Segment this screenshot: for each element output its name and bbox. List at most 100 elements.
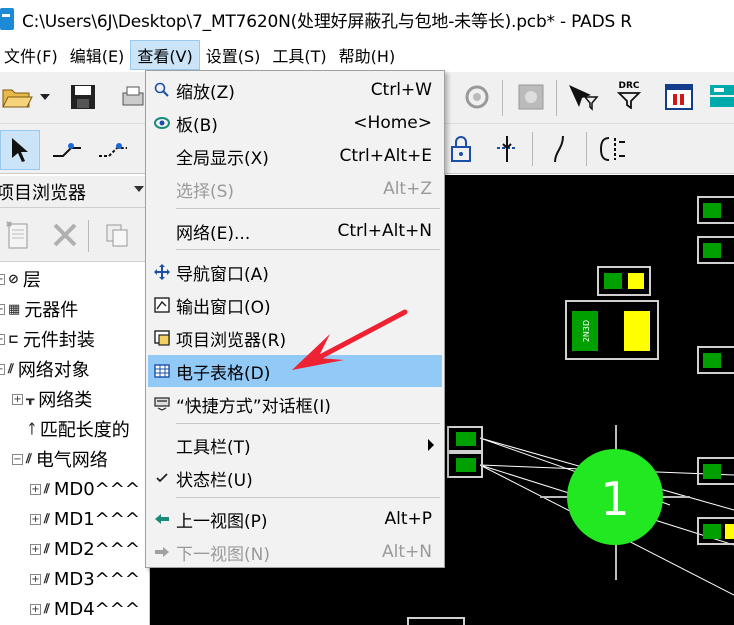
tree-item-components[interactable]: + ▦ 元器件 bbox=[0, 294, 78, 324]
menu-item-previous-view[interactable]: 上一视图(P) Alt+P bbox=[148, 503, 442, 535]
tree-item-matched-length[interactable]: ᛏ 匹配长度的 bbox=[28, 414, 130, 444]
pad-1[interactable]: 1 bbox=[540, 425, 690, 580]
pcb-component[interactable]: 2N3D bbox=[565, 300, 659, 360]
board-icon bbox=[148, 116, 176, 130]
app-icon bbox=[0, 8, 14, 30]
menu-item-board[interactable]: 板(B) <Home> bbox=[148, 107, 442, 139]
select-filter-icon[interactable] bbox=[566, 80, 600, 114]
window-pause-icon[interactable] bbox=[662, 80, 696, 114]
project-browser-header: 项目浏览器 bbox=[0, 176, 150, 208]
pcb-component[interactable] bbox=[697, 517, 734, 545]
tree-item-label: 电气网络 bbox=[35, 450, 108, 471]
menu-item-shortcut-dialog[interactable]: “快捷方式”对话框(I) bbox=[148, 388, 442, 420]
menu-item-selection[interactable]: 选择(S) Alt+Z bbox=[148, 173, 442, 205]
menu-item-output-window[interactable]: 输出窗口(O) bbox=[148, 289, 442, 321]
refresh-icon[interactable] bbox=[460, 80, 494, 114]
back-arrow-icon bbox=[148, 513, 176, 525]
tree-item-label: MD2^^^ bbox=[53, 538, 140, 560]
expand-icon[interactable]: + bbox=[30, 513, 41, 525]
forward-arrow-icon bbox=[148, 546, 176, 558]
menu-setup[interactable]: 设置(S) bbox=[200, 40, 267, 70]
pcb-pads[interactable] bbox=[447, 426, 483, 478]
tree-item-net[interactable]: + ⫽ MD1^^^ bbox=[30, 504, 140, 534]
tree-item-net[interactable]: + ⫽ MD3^^^ bbox=[30, 564, 140, 594]
tree-item-label: 元件封装 bbox=[22, 330, 95, 351]
new-document-icon[interactable] bbox=[0, 218, 34, 252]
pcb-component[interactable] bbox=[597, 266, 651, 296]
expand-icon[interactable]: + bbox=[0, 303, 5, 315]
collapse-icon[interactable]: − bbox=[12, 453, 23, 465]
menu-file[interactable]: 文件(F) bbox=[0, 40, 64, 70]
project-browser-title: 项目浏览器 bbox=[0, 182, 86, 204]
menu-edit[interactable]: 编辑(E) bbox=[64, 40, 131, 70]
save-icon[interactable] bbox=[66, 80, 100, 114]
component-silkscreen: 2N3D bbox=[582, 320, 591, 342]
menu-item-extents[interactable]: 全局显示(X) Ctrl+Alt+E bbox=[148, 140, 442, 172]
via-icon[interactable] bbox=[490, 132, 524, 166]
expand-icon[interactable]: + bbox=[30, 543, 41, 555]
settings-gear-icon[interactable] bbox=[514, 80, 548, 114]
menu-item-navigation-window[interactable]: 导航窗口(A) bbox=[148, 256, 442, 288]
menu-item-next-view[interactable]: 下一视图(N) Alt+N bbox=[148, 536, 442, 568]
tree-item-net-classes[interactable]: + ᚁ 网络类 bbox=[12, 384, 92, 414]
menu-item-toolbars[interactable]: 工具栏(T) bbox=[148, 429, 442, 461]
net-icon: ⫽ bbox=[44, 601, 50, 617]
tree-item-footprints[interactable]: + ⊏ 元件封装 bbox=[0, 324, 95, 354]
net-icon: ⫽ bbox=[44, 481, 50, 497]
submenu-arrow-icon bbox=[428, 439, 434, 451]
menu-item-zoom[interactable]: 缩放(Z) Ctrl+W bbox=[148, 74, 442, 106]
footprint-icon: ⊏ bbox=[8, 331, 19, 347]
menu-view[interactable]: 查看(V) bbox=[130, 40, 200, 70]
teal-window-icon[interactable] bbox=[704, 80, 734, 114]
checkmark-icon bbox=[148, 473, 176, 483]
pcb-component[interactable] bbox=[697, 346, 734, 374]
tree-item-label: MD1^^^ bbox=[53, 508, 140, 530]
expand-icon[interactable]: + bbox=[0, 333, 5, 345]
expand-icon[interactable]: + bbox=[30, 483, 41, 495]
drc-filter-icon[interactable]: DRC bbox=[612, 78, 646, 112]
menu-help[interactable]: 帮助(H) bbox=[333, 40, 402, 70]
expand-icon[interactable]: + bbox=[12, 393, 23, 405]
open-dropdown-icon[interactable] bbox=[36, 80, 54, 114]
select-mode-icon[interactable] bbox=[0, 130, 40, 170]
spreadsheet-icon bbox=[148, 364, 176, 378]
tree-item-layers[interactable]: + ⊘ 层 bbox=[0, 264, 41, 294]
tree-item-net[interactable]: + ⫽ MD2^^^ bbox=[30, 534, 140, 564]
tree-item-label: 元器件 bbox=[24, 300, 79, 321]
bracket-route-icon[interactable] bbox=[596, 132, 630, 166]
net-icon: ⫽ bbox=[44, 541, 50, 557]
menu-item-spreadsheet[interactable]: 电子表格(D) bbox=[148, 355, 442, 387]
menu-item-status-bar[interactable]: 状态栏(U) bbox=[148, 462, 442, 494]
net-class-icon: ᚁ bbox=[26, 391, 35, 407]
arc-route-icon[interactable] bbox=[542, 132, 576, 166]
tree-item-label: 网络对象 bbox=[17, 360, 90, 381]
pcb-component[interactable] bbox=[697, 457, 734, 485]
pcb-component[interactable] bbox=[697, 196, 734, 224]
tree-item-net-objects[interactable]: − ⫽ 网络对象 bbox=[0, 354, 90, 384]
pcb-component[interactable] bbox=[407, 617, 465, 625]
collapse-icon[interactable]: − bbox=[0, 363, 5, 375]
title-bar: C:\Users\6J\Desktop\7_MT7620N(处理好屏蔽孔与包地-… bbox=[0, 0, 734, 38]
expand-icon[interactable]: + bbox=[30, 573, 41, 585]
navigation-icon bbox=[148, 264, 176, 280]
layers-icon: ⊘ bbox=[8, 271, 19, 287]
menu-item-nets[interactable]: 网络(E)... Ctrl+Alt+N bbox=[148, 215, 442, 247]
tree-item-net[interactable]: + ⫽ MD4^^^ bbox=[30, 594, 140, 624]
tree-item-electrical-nets[interactable]: − ⫽ 电气网络 bbox=[12, 444, 108, 474]
zoom-icon bbox=[148, 82, 176, 98]
electrical-net-icon: ⫽ bbox=[26, 451, 32, 467]
lock-icon[interactable] bbox=[444, 132, 478, 166]
expand-icon[interactable]: + bbox=[30, 603, 41, 615]
pcb-component[interactable] bbox=[697, 236, 734, 264]
tree-item-net[interactable]: + ⫽ MD0^^^ bbox=[30, 474, 140, 504]
menu-item-project-browser[interactable]: 项目浏览器(R) bbox=[148, 322, 442, 354]
route-icon[interactable] bbox=[50, 132, 84, 166]
expand-icon[interactable]: + bbox=[0, 273, 5, 285]
panel-dropdown-icon[interactable] bbox=[134, 186, 144, 192]
delete-icon[interactable] bbox=[48, 218, 82, 252]
menu-tools[interactable]: 工具(T) bbox=[266, 40, 332, 70]
copy-icon[interactable] bbox=[100, 218, 134, 252]
output-window-icon bbox=[148, 297, 176, 313]
open-folder-icon[interactable] bbox=[0, 80, 34, 114]
route-dotted-icon[interactable] bbox=[96, 132, 130, 166]
